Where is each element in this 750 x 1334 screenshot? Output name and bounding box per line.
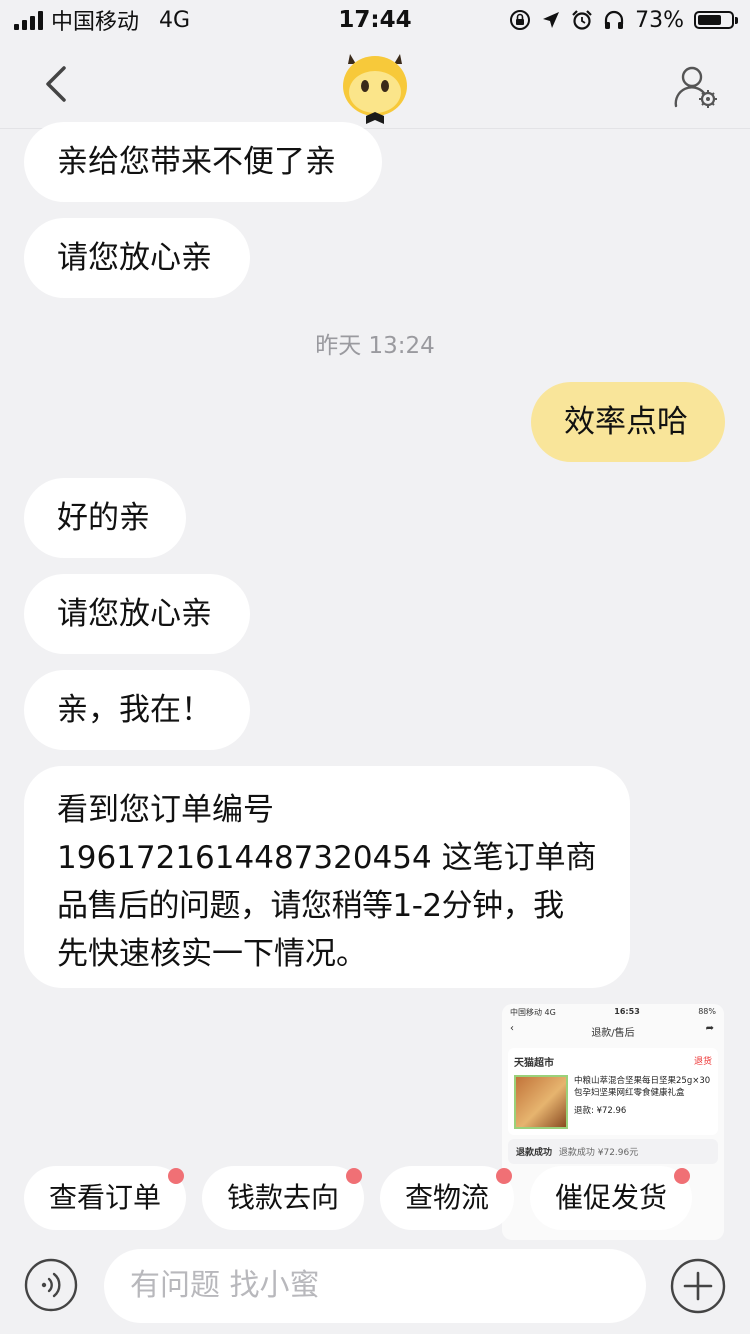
my-message-bubble: 效率点哈	[531, 382, 725, 462]
nav-bar	[0, 40, 750, 129]
message-text: 亲给您带来不便了亲	[57, 144, 336, 180]
message-input[interactable]: 有问题 找小蜜	[104, 1249, 646, 1323]
notification-dot	[496, 1168, 512, 1184]
thumb-shop-name: 天猫超市	[514, 1058, 554, 1069]
thumb-battery: 88%	[698, 1007, 716, 1016]
mascot-avatar-icon	[343, 54, 407, 124]
quick-reply-label: 查物流	[404, 1181, 489, 1214]
message-line: 先快速核实一下情况。	[57, 936, 367, 972]
thumb-back-icon: ‹	[510, 1023, 514, 1034]
rotation-lock-icon	[510, 10, 531, 30]
carrier-name: 中国移动	[51, 10, 140, 35]
message-bubble: 请您放心亲	[24, 574, 250, 654]
thumb-carrier: 中国移动 4G	[510, 1008, 556, 1017]
message-bubble: 好的亲	[24, 478, 186, 558]
thumb-return-tag: 退货	[693, 1057, 712, 1067]
message-text: 好的亲	[57, 500, 150, 536]
notification-dot	[674, 1168, 690, 1184]
message-bubble: 亲，我在！	[24, 670, 250, 750]
user-settings-icon[interactable]	[672, 62, 722, 112]
thumb-order-card: 天猫超市 退货 中粮山萃混合坚果每日坚果25g×30包孕妇坚果网红零食健康礼盒 …	[508, 1048, 718, 1135]
message-text: 效率点哈	[564, 404, 688, 440]
quick-reply-refund-flow[interactable]: 钱款去向	[202, 1166, 364, 1230]
alarm-icon	[572, 10, 592, 30]
network-type: 4G	[159, 7, 191, 33]
message-line: 看到您订单编号	[57, 792, 274, 828]
chevron-left-icon[interactable]	[36, 60, 80, 108]
quick-reply-label: 催促发货	[554, 1181, 667, 1214]
quick-reply-label: 钱款去向	[226, 1181, 339, 1214]
notification-dot	[168, 1168, 184, 1184]
chat-screen: 中国移动 4G 17:44 73% 亲给您带来不便了亲 请您放心亲 昨天 13:…	[0, 0, 750, 1334]
voice-icon[interactable]	[24, 1258, 78, 1312]
message-line: 1961721614487320454 这笔订单商	[57, 840, 597, 876]
battery-percent: 73%	[635, 7, 684, 33]
plus-icon[interactable]	[670, 1258, 726, 1314]
battery-icon	[694, 11, 738, 29]
thumb-title: 退款/售后	[591, 1028, 635, 1039]
message-text: 请您放心亲	[57, 596, 212, 632]
thumb-status-detail: 退款成功 ¥72.96元	[558, 1148, 639, 1158]
notification-dot	[346, 1168, 362, 1184]
input-placeholder: 有问题 找小蜜	[130, 1268, 320, 1303]
thumb-share-icon: ➦	[705, 1023, 714, 1034]
location-icon	[543, 12, 560, 28]
signal-icon	[14, 10, 43, 30]
message-bubble: 亲给您带来不便了亲	[24, 122, 382, 202]
thumb-status: 退款成功	[516, 1148, 553, 1158]
thumb-product-image	[514, 1075, 568, 1129]
message-bubble: 看到您订单编号 1961721614487320454 这笔订单商 品售后的问题…	[24, 766, 630, 988]
quick-reply-logistics[interactable]: 查物流	[380, 1166, 514, 1230]
message-line: 品售后的问题，请您稍等1-2分钟，我	[57, 888, 564, 924]
quick-reply-label: 查看订单	[48, 1181, 161, 1214]
headphones-icon	[604, 10, 624, 29]
quick-reply-view-order[interactable]: 查看订单	[24, 1166, 186, 1230]
message-bubble: 请您放心亲	[24, 218, 250, 298]
message-text: 亲，我在！	[57, 692, 212, 728]
thumb-time: 16:53	[614, 1007, 640, 1016]
thumb-product-name: 中粮山萃混合坚果每日坚果25g×30包孕妇坚果网红零食健康礼盒	[574, 1076, 711, 1098]
status-bar: 中国移动 4G 17:44 73%	[0, 0, 750, 40]
message-timestamp: 昨天 13:24	[315, 333, 435, 359]
message-text: 请您放心亲	[57, 240, 212, 276]
quick-reply-urge-shipping[interactable]: 催促发货	[530, 1166, 692, 1230]
thumb-refund-amount: 退款: ¥72.96	[574, 1106, 627, 1116]
thumb-refund-status: 退款成功 退款成功 ¥72.96元	[508, 1139, 718, 1164]
